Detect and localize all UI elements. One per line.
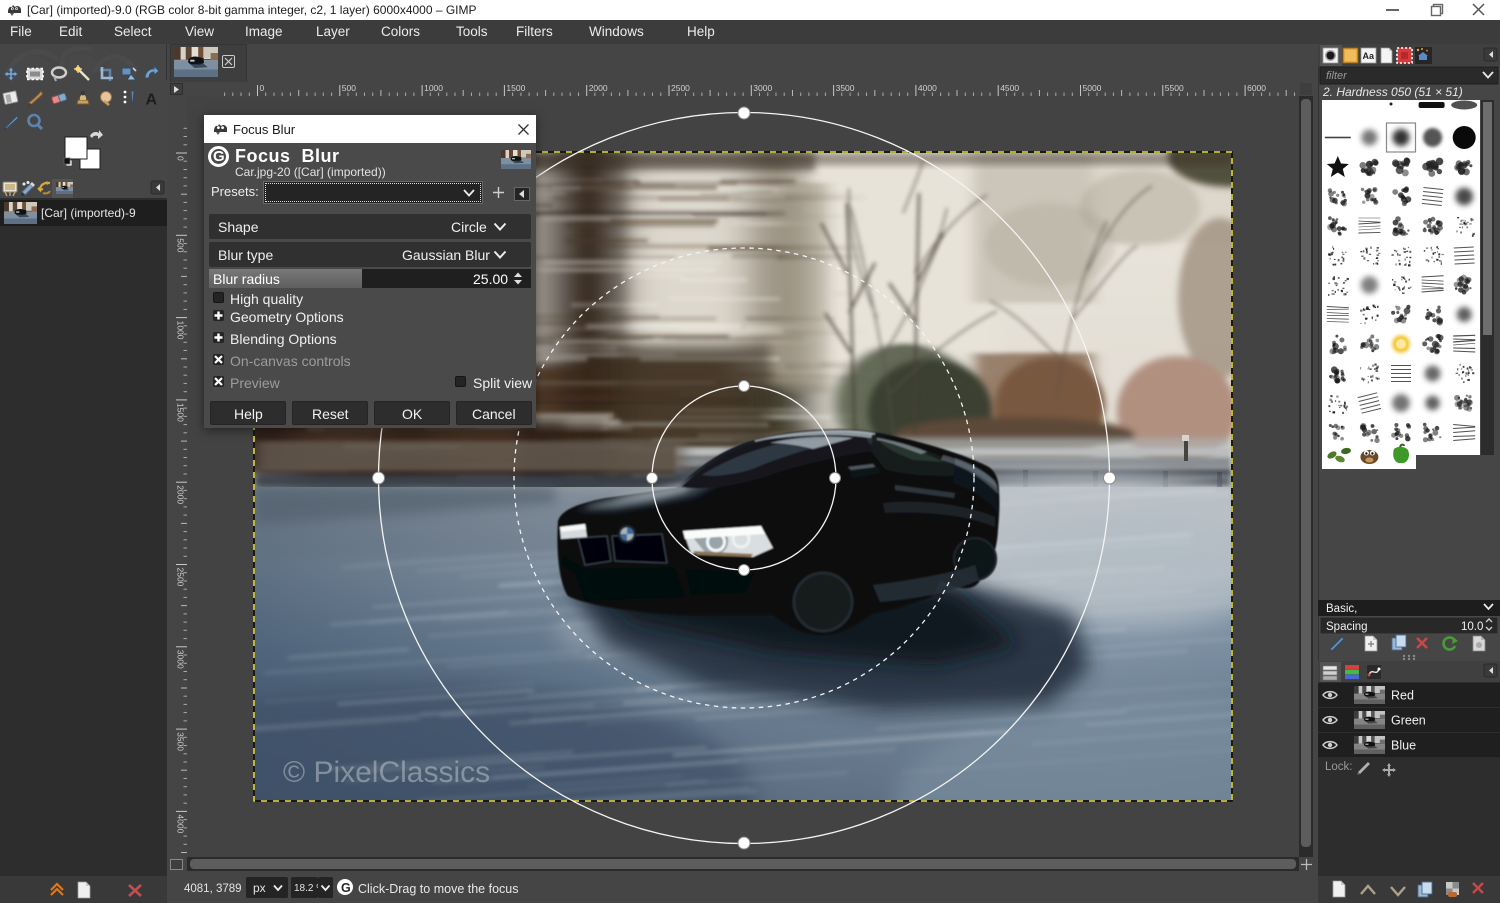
svg-text:500: 500: [342, 83, 356, 93]
svg-text:Aa: Aa: [1363, 51, 1375, 61]
svg-text:2500: 2500: [671, 83, 690, 93]
svg-text:Green: Green: [1391, 714, 1426, 728]
svg-text:filter: filter: [1326, 70, 1348, 82]
svg-text:1500: 1500: [176, 403, 186, 422]
svg-text:3500: 3500: [836, 83, 855, 93]
svg-text:2000: 2000: [176, 485, 186, 504]
svg-text:0: 0: [260, 83, 265, 93]
svg-text:3000: 3000: [753, 83, 772, 93]
svg-text:4000: 4000: [176, 814, 186, 833]
svg-text:4000: 4000: [918, 83, 937, 93]
svg-text:Red: Red: [1391, 689, 1414, 703]
svg-text:Spacing: Spacing: [1326, 621, 1368, 633]
svg-text:3000: 3000: [176, 650, 186, 669]
svg-text:1500: 1500: [506, 83, 525, 93]
svg-text:5000: 5000: [1083, 83, 1102, 93]
svg-text:1000: 1000: [176, 321, 186, 340]
svg-text:10.0: 10.0: [1461, 621, 1483, 633]
svg-text:0: 0: [176, 156, 186, 161]
svg-text:6000: 6000: [1247, 83, 1266, 93]
svg-text:Lock:: Lock:: [1325, 761, 1353, 773]
svg-text:4500: 4500: [1000, 83, 1019, 93]
svg-text:A: A: [146, 92, 158, 109]
svg-text:5500: 5500: [1165, 83, 1184, 93]
svg-text:500: 500: [176, 238, 186, 252]
svg-text:2500: 2500: [176, 568, 186, 587]
svg-text:2000: 2000: [589, 83, 608, 93]
svg-text:2. Hardness 050 (51 × 51): 2. Hardness 050 (51 × 51): [1322, 85, 1463, 99]
svg-text:3500: 3500: [176, 732, 186, 751]
svg-text:Blue: Blue: [1391, 739, 1416, 753]
svg-text:1000: 1000: [424, 83, 443, 93]
svg-text:Basic,: Basic,: [1326, 603, 1357, 615]
